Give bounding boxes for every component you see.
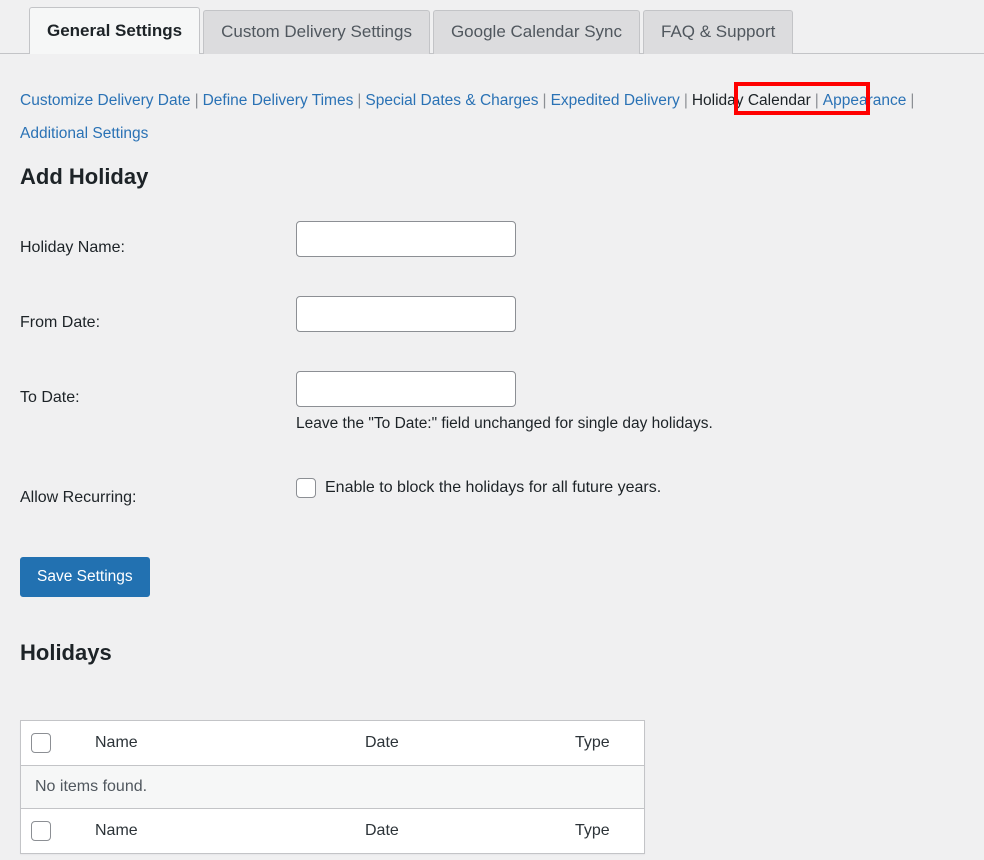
select-all-checkbox-footer[interactable] [31, 821, 51, 841]
tab-google-calendar-sync[interactable]: Google Calendar Sync [433, 10, 640, 54]
table-empty-row: No items found. [21, 766, 645, 809]
tab-strip: General Settings Custom Delivery Setting… [29, 7, 793, 54]
settings-tab-bar: General Settings Custom Delivery Setting… [0, 0, 984, 54]
subnav-link-expedited-delivery[interactable]: Expedited Delivery [551, 92, 680, 109]
table-footer-row: Name Date Type [21, 809, 645, 854]
subnav-link-customize-delivery-date[interactable]: Customize Delivery Date [20, 92, 191, 109]
subnav-link-define-delivery-times[interactable]: Define Delivery Times [203, 92, 354, 109]
allow-recurring-checkbox[interactable] [296, 478, 316, 498]
add-holiday-heading: Add Holiday [20, 164, 148, 190]
tab-custom-delivery-settings[interactable]: Custom Delivery Settings [203, 10, 430, 54]
holidays-heading: Holidays [20, 640, 112, 666]
table-header-row: Name Date Type [21, 721, 645, 766]
select-all-checkbox[interactable] [31, 733, 51, 753]
subnav-link-special-dates-charges[interactable]: Special Dates & Charges [365, 92, 538, 109]
to-date-hint: Leave the "To Date:" field unchanged for… [296, 415, 713, 433]
subnav-separator: | [680, 92, 692, 109]
column-header-date[interactable]: Date [355, 721, 565, 766]
subnav-current-holiday-calendar[interactable]: Holiday Calendar [692, 84, 811, 117]
column-footer-name[interactable]: Name [85, 809, 355, 854]
allow-recurring-control: Enable to block the holidays for all fut… [296, 478, 661, 498]
from-date-label: From Date: [20, 314, 100, 332]
holidays-table: Name Date Type No items found. Name Date… [20, 720, 645, 854]
holiday-name-input[interactable] [296, 221, 516, 257]
from-date-input[interactable] [296, 296, 516, 332]
save-settings-button[interactable]: Save Settings [20, 557, 150, 597]
select-all-footer-cell [21, 809, 86, 854]
subnav-separator: | [811, 92, 823, 109]
tab-general-settings[interactable]: General Settings [29, 7, 200, 54]
subnav-link-additional-settings[interactable]: Additional Settings [20, 125, 148, 142]
column-header-type[interactable]: Type [565, 721, 645, 766]
subnav-link-appearance[interactable]: Appearance [823, 92, 907, 109]
holiday-name-label: Holiday Name: [20, 239, 125, 257]
subnav-separator: | [191, 92, 203, 109]
subnav-separator: | [906, 92, 918, 109]
subnav-separator: | [539, 92, 551, 109]
tab-faq-support[interactable]: FAQ & Support [643, 10, 793, 54]
column-footer-date[interactable]: Date [355, 809, 565, 854]
allow-recurring-label: Allow Recurring: [20, 489, 136, 507]
column-header-name[interactable]: Name [85, 721, 355, 766]
to-date-input[interactable] [296, 371, 516, 407]
select-all-header-cell [21, 721, 86, 766]
to-date-label: To Date: [20, 389, 80, 407]
no-items-found-message: No items found. [21, 766, 645, 809]
allow-recurring-checkbox-label: Enable to block the holidays for all fut… [325, 479, 661, 497]
subnav-separator: | [353, 92, 365, 109]
column-footer-type[interactable]: Type [565, 809, 645, 854]
subnav: Customize Delivery Date|Define Delivery … [20, 84, 980, 150]
